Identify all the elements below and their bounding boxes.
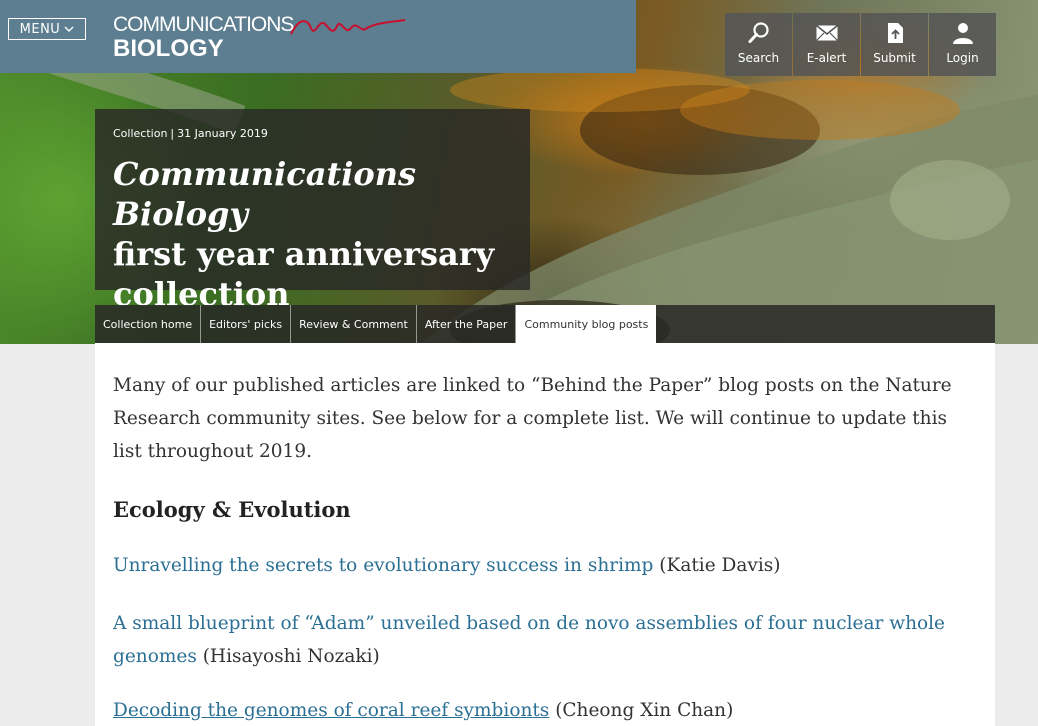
login-label: Login <box>946 51 979 65</box>
main-content: Many of our published articles are linke… <box>95 343 995 726</box>
top-bar: MENU COMMUNICATIONS BIOLOGY <box>0 0 636 73</box>
list-item: Unravelling the secrets to evolutionary … <box>113 549 963 582</box>
menu-label: MENU <box>19 21 61 37</box>
mail-icon <box>815 24 838 41</box>
title-journal-name: Communications Biology <box>113 155 416 233</box>
upload-document-icon <box>887 23 903 43</box>
chevron-down-icon <box>64 26 74 32</box>
title-line2: first year anniversary <box>113 235 495 273</box>
journal-logo[interactable]: COMMUNICATIONS BIOLOGY <box>113 14 413 64</box>
collection-type: Collection <box>113 127 168 140</box>
section-heading: Ecology & Evolution <box>113 497 351 522</box>
blog-post-author: (Katie Davis) <box>659 555 781 576</box>
logo-line1: COMMUNICATIONS <box>113 13 294 36</box>
tab-collection-home[interactable]: Collection home <box>95 305 202 343</box>
tab-review-comment[interactable]: Review & Comment <box>291 305 417 343</box>
blog-post-author: (Cheong Xin Chan) <box>555 700 734 721</box>
ealert-button[interactable]: E-alert <box>793 13 860 76</box>
submit-button[interactable]: Submit <box>861 13 928 76</box>
tab-editors-picks[interactable]: Editors' picks <box>201 305 292 343</box>
search-button[interactable]: Search <box>725 13 792 76</box>
collection-tabs: Collection home Editors' picks Review & … <box>95 305 995 343</box>
list-item: A small blueprint of “Adam” unveiled bas… <box>113 607 963 673</box>
intro-paragraph: Many of our published articles are linke… <box>113 375 952 462</box>
login-button[interactable]: Login <box>929 13 996 76</box>
ealert-label: E-alert <box>806 51 847 65</box>
page-title: Communications Biology first year annive… <box>113 154 512 314</box>
collection-date: 31 January 2019 <box>177 127 268 140</box>
blog-post-link[interactable]: Unravelling the secrets to evolutionary … <box>113 555 653 576</box>
search-icon <box>748 22 769 43</box>
tab-after-the-paper[interactable]: After the Paper <box>417 305 517 343</box>
submit-label: Submit <box>873 51 916 65</box>
search-label: Search <box>737 51 780 65</box>
logo-line2: BIOLOGY <box>113 35 224 62</box>
header-actions: Search E-alert Submit Login <box>725 13 996 76</box>
collection-title-box: Collection | 31 January 2019 Communication… <box>95 109 530 313</box>
logo-squiggle-icon <box>290 19 406 35</box>
list-item: Decoding the genomes of coral reef symbi… <box>113 694 963 726</box>
menu-button[interactable]: MENU <box>8 18 86 40</box>
user-icon <box>952 23 973 44</box>
blog-post-link[interactable]: Decoding the genomes of coral reef symbi… <box>113 700 549 721</box>
collection-meta: Collection | 31 January 2019 <box>113 127 268 140</box>
tab-community-blog-posts[interactable]: Community blog posts <box>516 305 657 343</box>
blog-post-author: (Hisayoshi Nozaki) <box>202 646 380 667</box>
